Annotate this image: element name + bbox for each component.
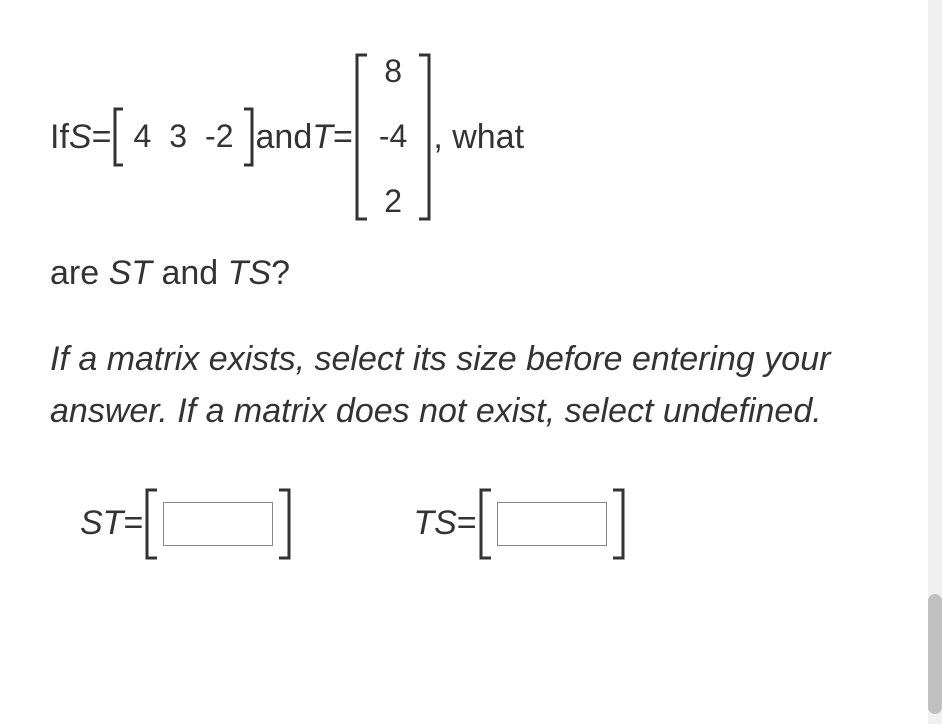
question-mark: ?: [271, 254, 290, 292]
scrollbar[interactable]: [928, 0, 942, 724]
variable-TS: TS: [228, 254, 271, 292]
bracket-close-icon: [242, 107, 256, 167]
answer-TS-equals: =: [457, 504, 477, 543]
matrix-T-entry-0: 8: [379, 46, 407, 97]
equals-sign-2: =: [333, 110, 353, 164]
bracket-open-icon: [111, 107, 125, 167]
bracket-close-icon: [417, 53, 433, 221]
variable-T: T: [312, 110, 333, 164]
matrix-T: 8 -4 2: [353, 40, 433, 234]
variable-S: S: [69, 110, 92, 164]
text-are: are: [50, 254, 109, 292]
answer-ST: ST =: [80, 488, 293, 560]
bracket-close-icon: [611, 488, 627, 560]
matrix-T-entry-1: -4: [379, 111, 407, 162]
bracket-open-icon: [477, 488, 493, 560]
answer-ST-equals: =: [123, 504, 143, 543]
text-and-2: and: [152, 254, 228, 292]
scrollbar-thumb[interactable]: [928, 594, 942, 714]
answer-row: ST = TS =: [50, 488, 892, 560]
text-and: and: [256, 110, 313, 164]
problem-line2: are ST and TS?: [50, 254, 892, 293]
answer-TS-matrix[interactable]: [477, 488, 627, 560]
instruction-text: If a matrix exists, select its size befo…: [50, 333, 892, 438]
matrix-S-entry-2: -2: [205, 111, 233, 162]
equals-sign: =: [92, 110, 112, 164]
bracket-open-icon: [143, 488, 159, 560]
matrix-T-content: 8 -4 2: [369, 40, 417, 234]
matrix-S-content: 4 3 -2: [125, 111, 241, 162]
answer-TS-input[interactable]: [497, 502, 607, 546]
answer-ST-input[interactable]: [163, 502, 273, 546]
matrix-S-entry-0: 4: [133, 111, 151, 162]
problem-line1: If S = 4 3 -2 and T = 8 -4 2 , what: [50, 40, 892, 234]
answer-ST-label: ST: [80, 504, 123, 543]
matrix-T-entry-2: 2: [379, 176, 407, 227]
matrix-S: 4 3 -2: [111, 107, 255, 167]
variable-ST: ST: [109, 254, 152, 292]
bracket-open-icon: [353, 53, 369, 221]
answer-TS-label: TS: [413, 504, 456, 543]
text-what: , what: [433, 110, 524, 164]
matrix-S-entry-1: 3: [169, 111, 187, 162]
answer-ST-matrix[interactable]: [143, 488, 293, 560]
bracket-close-icon: [277, 488, 293, 560]
answer-TS: TS =: [413, 488, 626, 560]
text-if: If: [50, 110, 69, 164]
